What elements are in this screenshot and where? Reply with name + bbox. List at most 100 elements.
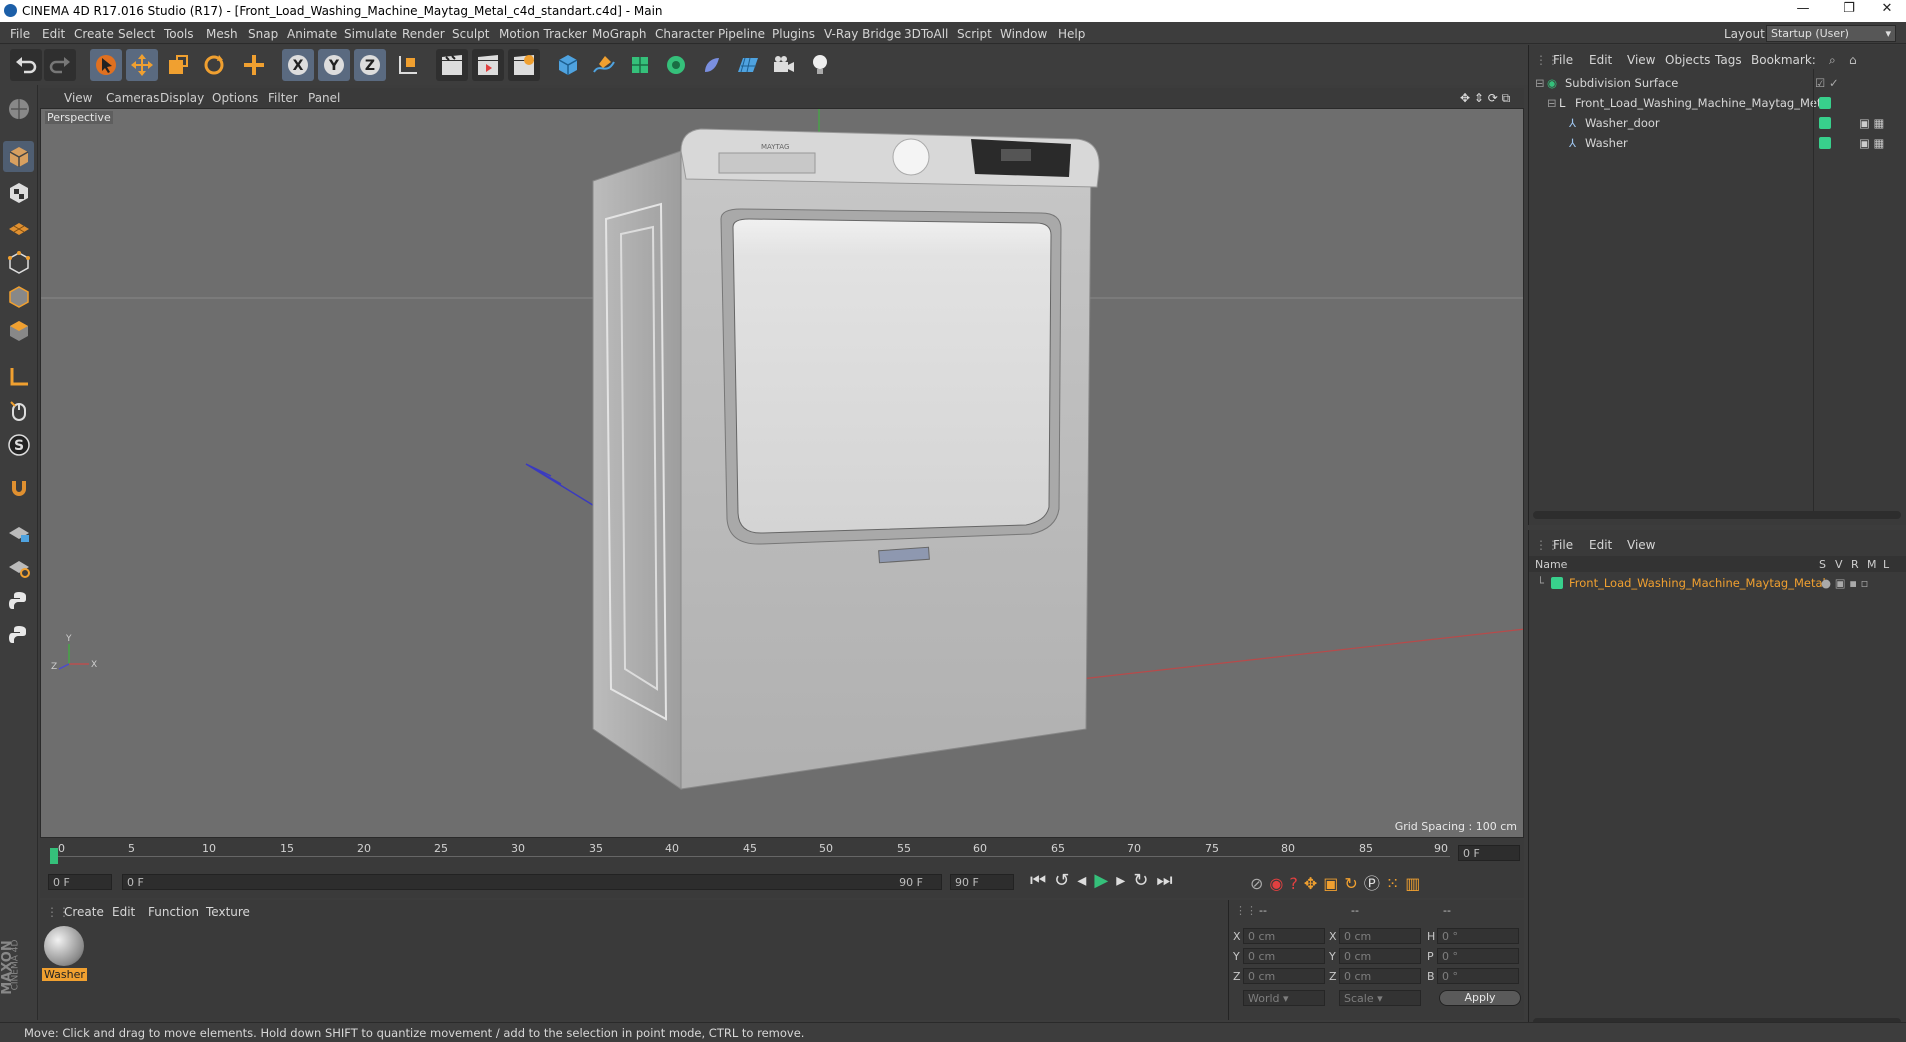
object-menu-edit[interactable]: Edit bbox=[1589, 53, 1612, 67]
add-camera-button[interactable] bbox=[768, 49, 800, 81]
menu-mesh[interactable]: Mesh bbox=[206, 27, 238, 41]
lock-workplane-button[interactable] bbox=[3, 517, 34, 548]
menu-edit[interactable]: Edit bbox=[42, 27, 65, 41]
material-preview-sphere[interactable] bbox=[44, 926, 84, 966]
record-icon[interactable]: ⊘ bbox=[1250, 874, 1269, 893]
check-icon[interactable]: ☑ ✓ bbox=[1815, 76, 1839, 90]
texture-mode-button[interactable] bbox=[3, 177, 34, 208]
column-r[interactable]: R bbox=[1851, 558, 1859, 571]
layer-color-swatch[interactable] bbox=[1819, 97, 1831, 109]
menu-window[interactable]: Window bbox=[1000, 27, 1047, 41]
layer-row[interactable]: └ Front_Load_Washing_Machine_Maytag_Meta… bbox=[1529, 573, 1906, 593]
key-rotation-icon[interactable]: ↻ bbox=[1344, 874, 1363, 893]
scale-tool[interactable] bbox=[162, 49, 194, 81]
menu-help[interactable]: Help bbox=[1058, 27, 1085, 41]
rot-b-field[interactable]: 0 ° bbox=[1437, 968, 1519, 984]
object-row-washing-machine[interactable]: ⊟ L Front_Load_Washing_Machine_Maytag_Me… bbox=[1529, 93, 1906, 113]
layer-menu-view[interactable]: View bbox=[1627, 538, 1655, 552]
column-v[interactable]: V bbox=[1835, 558, 1843, 571]
object-row-washer[interactable]: ⅄ Washer ▣ ▦ bbox=[1529, 133, 1906, 153]
move-tool[interactable] bbox=[126, 49, 158, 81]
menu-tools[interactable]: Tools bbox=[164, 27, 194, 41]
menu-character[interactable]: Character bbox=[655, 27, 714, 41]
menu-script[interactable]: Script bbox=[957, 27, 992, 41]
rotate-tool[interactable] bbox=[198, 49, 230, 81]
menu-file[interactable]: File bbox=[10, 27, 30, 41]
menu-3dtoall[interactable]: 3DToAll bbox=[904, 27, 948, 41]
keyframe-controls[interactable]: ⊘◉?✥▣↻Ⓟ⁙▥ bbox=[1250, 870, 1426, 894]
apply-button[interactable]: Apply bbox=[1439, 990, 1521, 1006]
add-cube-button[interactable] bbox=[552, 49, 584, 81]
size-x-field[interactable]: 0 cm bbox=[1339, 928, 1421, 944]
planar-workplane-button[interactable] bbox=[3, 551, 34, 582]
rot-p-field[interactable]: 0 ° bbox=[1437, 948, 1519, 964]
material-tag-icon[interactable]: ▣ ▦ bbox=[1859, 136, 1884, 150]
viewport-menu-options[interactable]: Options bbox=[212, 91, 258, 105]
frame-range-slider[interactable]: 0 F 90 F bbox=[122, 874, 942, 890]
object-row-washer-door[interactable]: ⅄ Washer_door ▣ ▦ bbox=[1529, 113, 1906, 133]
layer-color-swatch[interactable] bbox=[1819, 137, 1831, 149]
menu-select[interactable]: Select bbox=[118, 27, 155, 41]
live-selection-tool[interactable] bbox=[90, 49, 122, 81]
prev-frame-icon[interactable]: ◂ bbox=[1077, 870, 1094, 891]
snap-settings-button[interactable]: S bbox=[3, 429, 34, 460]
next-frame-icon[interactable]: ▸ bbox=[1116, 870, 1133, 891]
goto-end-icon[interactable]: ⏭ bbox=[1156, 870, 1180, 891]
column-l[interactable]: L bbox=[1883, 558, 1889, 571]
layer-menu-edit[interactable]: Edit bbox=[1589, 538, 1612, 552]
menu-render[interactable]: Render bbox=[402, 27, 445, 41]
add-nurbs-button[interactable] bbox=[624, 49, 656, 81]
key-scale-icon[interactable]: ▣ bbox=[1323, 874, 1344, 893]
y-axis-lock[interactable]: Y bbox=[318, 49, 350, 81]
add-spline-button[interactable] bbox=[588, 49, 620, 81]
timeline-window-icon[interactable]: ▥ bbox=[1405, 874, 1426, 893]
size-y-field[interactable]: 0 cm bbox=[1339, 948, 1421, 964]
viewport-nav-icons[interactable]: ✥ ⇕ ⟳ ⧉ bbox=[1460, 91, 1510, 106]
rot-h-field[interactable]: 0 ° bbox=[1437, 928, 1519, 944]
key-position-icon[interactable]: ✥ bbox=[1304, 874, 1323, 893]
minimize-button[interactable]: — bbox=[1780, 1, 1826, 21]
render-settings-button[interactable] bbox=[508, 49, 540, 81]
material-menu-texture[interactable]: Texture bbox=[206, 905, 250, 919]
key-param-icon[interactable]: Ⓟ bbox=[1364, 874, 1386, 893]
add-deformer-button[interactable] bbox=[696, 49, 728, 81]
pos-y-field[interactable]: 0 cm bbox=[1243, 948, 1325, 964]
playhead[interactable] bbox=[50, 848, 58, 864]
menu-create[interactable]: Create bbox=[74, 27, 114, 41]
search-icon[interactable]: ⌕ bbox=[1829, 53, 1836, 68]
transform-mode-select[interactable]: Scale ▾ bbox=[1339, 990, 1421, 1006]
z-axis-lock[interactable]: Z bbox=[354, 49, 386, 81]
render-view-button[interactable] bbox=[436, 49, 468, 81]
workplane-mode-button[interactable] bbox=[3, 211, 34, 242]
points-mode-button[interactable] bbox=[3, 247, 34, 278]
column-name[interactable]: Name bbox=[1535, 558, 1567, 571]
horizontal-scrollbar[interactable] bbox=[1533, 511, 1901, 519]
key-pla-icon[interactable]: ⁙ bbox=[1386, 874, 1405, 893]
layer-toggle-icons[interactable]: ● ▣ ▪ ▫ bbox=[1821, 576, 1868, 590]
menu-motion-tracker[interactable]: Motion Tracker bbox=[499, 27, 587, 41]
pos-z-field[interactable]: 0 cm bbox=[1243, 968, 1325, 984]
x-axis-lock[interactable]: X bbox=[282, 49, 314, 81]
close-button[interactable]: ✕ bbox=[1864, 1, 1906, 21]
goto-start-icon[interactable]: ⏮ bbox=[1030, 870, 1054, 891]
size-z-field[interactable]: 0 cm bbox=[1339, 968, 1421, 984]
python-script-button-1[interactable] bbox=[3, 585, 34, 616]
material-tag-icon[interactable]: ▣ ▦ bbox=[1859, 116, 1884, 130]
undo-button[interactable] bbox=[10, 49, 42, 81]
layout-select[interactable]: Startup (User) ▾ bbox=[1766, 25, 1896, 42]
coordinate-mode-select[interactable]: World ▾ bbox=[1243, 990, 1325, 1006]
coordinate-system-button[interactable] bbox=[392, 49, 424, 81]
python-script-button-2[interactable] bbox=[3, 619, 34, 650]
tweak-mode-button[interactable] bbox=[3, 395, 34, 426]
autokey-icon[interactable]: ◉ bbox=[1269, 874, 1289, 893]
start-frame-field[interactable]: 0 F bbox=[48, 874, 112, 890]
keyframe-help-icon[interactable]: ? bbox=[1289, 874, 1304, 893]
menu-sculpt[interactable]: Sculpt bbox=[452, 27, 489, 41]
viewport-menu-cameras[interactable]: Cameras bbox=[106, 91, 159, 105]
last-tool[interactable] bbox=[238, 49, 270, 81]
play-icon[interactable]: ▶ bbox=[1094, 870, 1116, 891]
add-light-button[interactable] bbox=[804, 49, 836, 81]
edges-mode-button[interactable] bbox=[3, 281, 34, 312]
add-scene-button[interactable] bbox=[732, 49, 764, 81]
timeline-ruler[interactable] bbox=[50, 856, 1450, 866]
